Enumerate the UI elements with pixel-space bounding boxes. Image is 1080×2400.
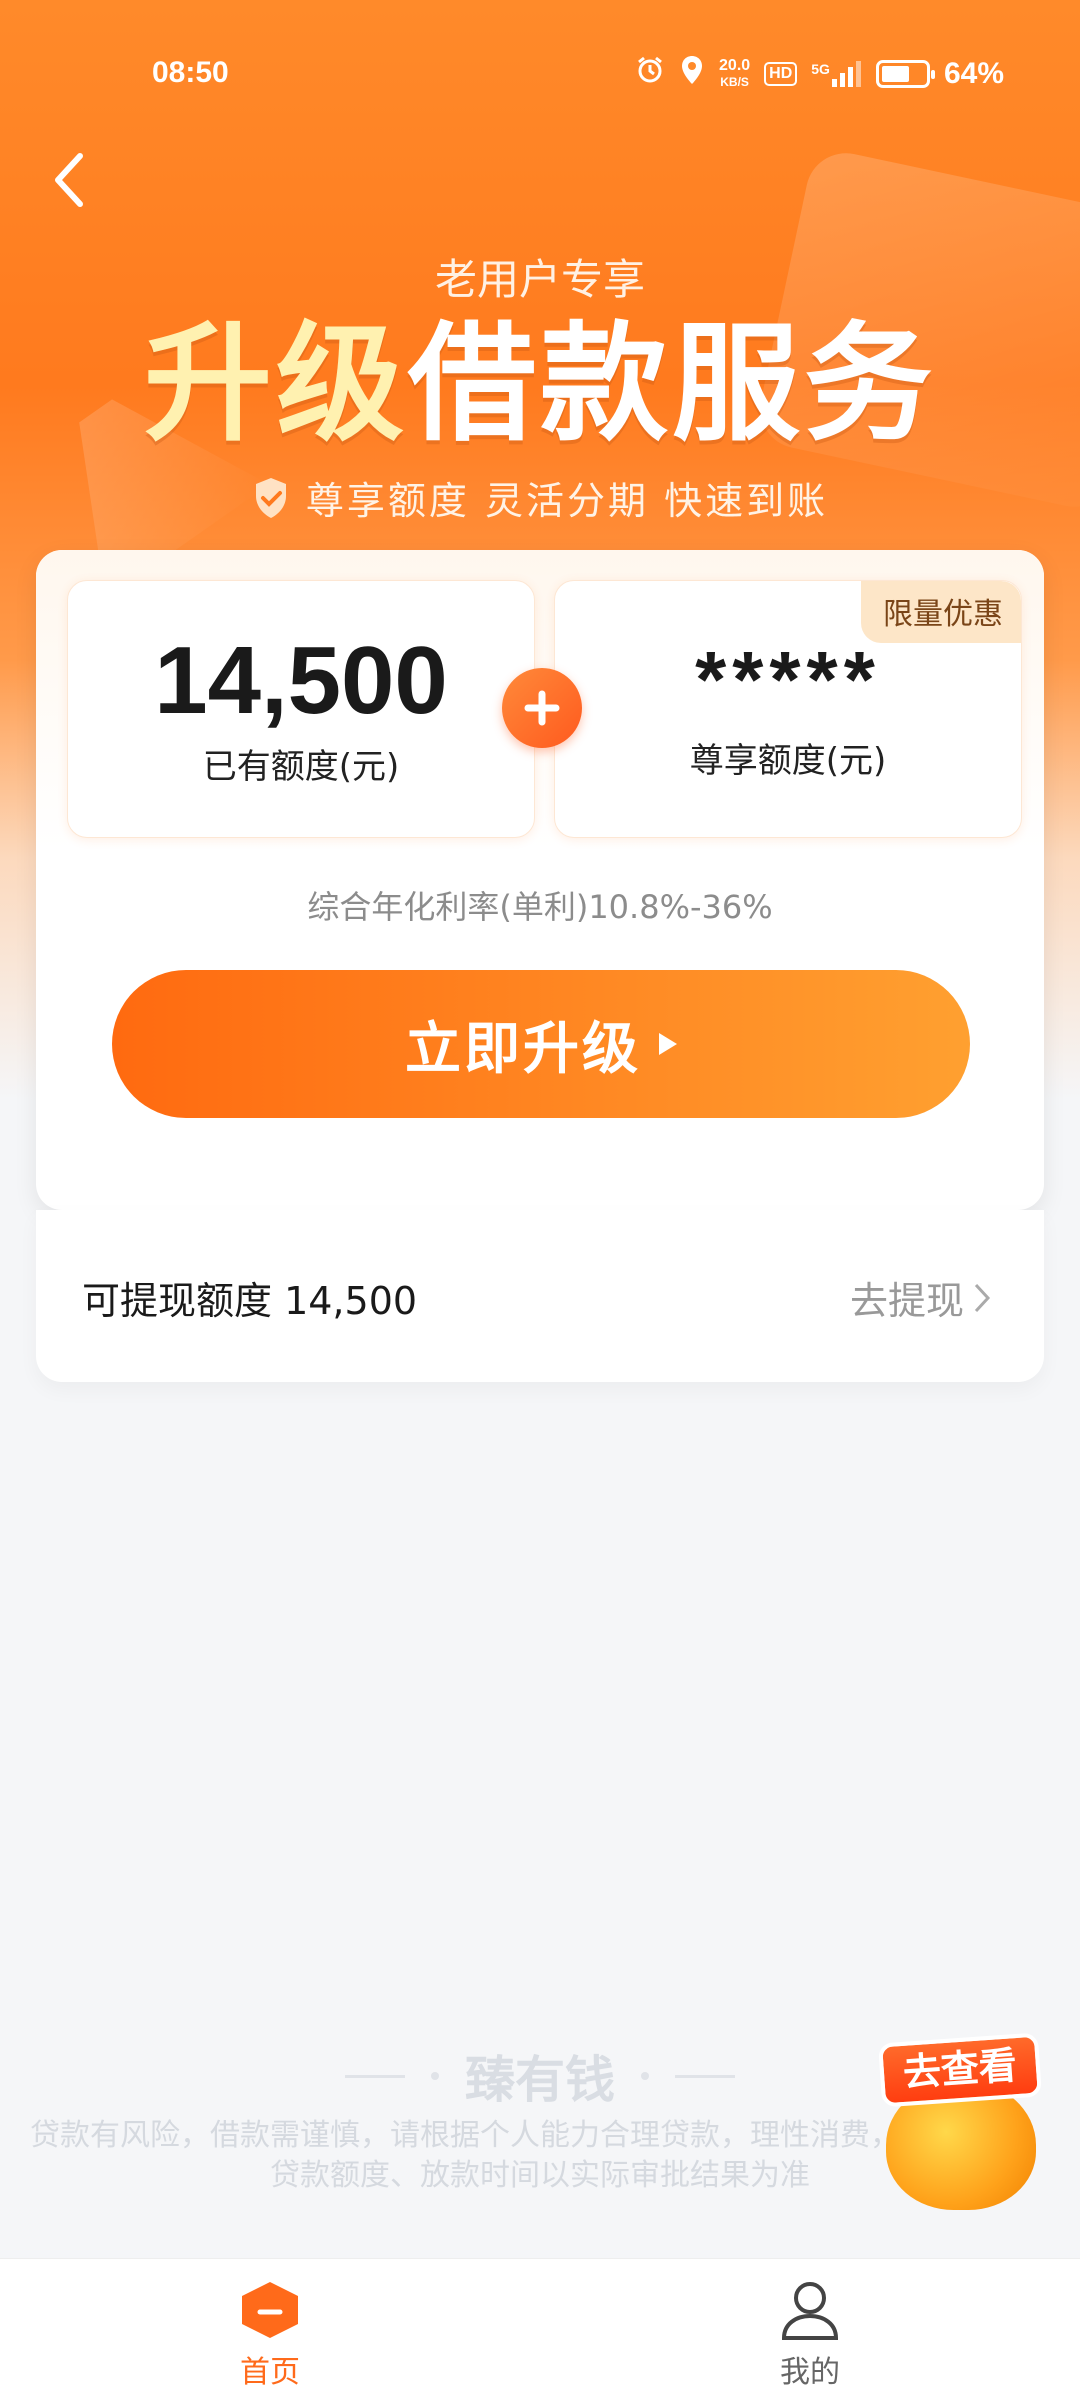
shield-check-icon — [255, 477, 286, 518]
exclusive-quota-amount: ***** — [695, 635, 881, 724]
tab-home-label: 首页 — [240, 2355, 300, 2390]
status-bar: 08:50 20.0 KB/S HD 5G 64% — [0, 50, 1080, 100]
existing-quota-box: 14,500 已有额度(元) — [67, 580, 535, 838]
divider-right — [675, 2074, 735, 2078]
hero-title-part2: 借款服务 — [408, 310, 937, 459]
status-time: 08:50 — [152, 56, 229, 89]
promo-floating-button[interactable]: 去查看 — [870, 2030, 1050, 2210]
battery-percent: 64% — [943, 56, 1004, 90]
go-withdraw-label: 去提现 — [849, 1279, 964, 1323]
battery-fill — [881, 65, 909, 82]
tab-mine[interactable]: 我的 — [710, 2273, 910, 2391]
alarm-icon — [635, 55, 665, 92]
tab-home[interactable]: 首页 — [170, 2273, 370, 2391]
network-speed: 20.0 KB/S — [719, 56, 751, 90]
upgrade-now-button[interactable]: 立即升级 — [112, 970, 970, 1118]
exclusive-quota-box: 限量优惠 ***** 尊享额度(元) — [554, 580, 1022, 838]
promo-label: 去查看 — [877, 2032, 1043, 2108]
hero-subtitle: 老用户专享 — [434, 255, 645, 304]
network-speed-value: 20.0 — [719, 56, 751, 74]
home-icon — [242, 2282, 298, 2338]
hd-icon: HD — [764, 61, 798, 86]
play-arrow-icon — [659, 1033, 677, 1055]
hero-title-part1: 升级 — [143, 310, 408, 459]
bottom-tab-bar: 首页 我的 — [0, 2258, 1080, 2400]
quota-card: 14,500 已有额度(元) 限量优惠 ***** 尊享额度(元) 综合年化利率… — [36, 550, 1044, 1210]
signal-label: 5G — [811, 60, 830, 77]
chevron-left-icon — [55, 153, 83, 207]
tab-mine-label: 我的 — [780, 2355, 840, 2390]
interest-rate-text: 综合年化利率(单利)10.8%-36% — [307, 888, 773, 926]
existing-quota-label: 已有额度(元) — [202, 747, 400, 787]
hero-tagline: 尊享额度 灵活分期 快速到账 — [0, 470, 1080, 525]
withdraw-row: 可提现额度 14,500 去提现 — [36, 1210, 1044, 1382]
battery-icon — [875, 59, 935, 88]
network-speed-unit: KB/S — [720, 74, 749, 89]
back-button[interactable] — [50, 150, 110, 210]
plus-icon — [502, 668, 582, 748]
user-icon — [781, 2282, 839, 2340]
status-icons: 20.0 KB/S HD 5G 64% — [635, 54, 1004, 93]
signal-icon: 5G — [811, 60, 862, 87]
divider-dot — [641, 2072, 649, 2080]
upgrade-now-label: 立即升级 — [405, 1016, 641, 1082]
hero-tagline-text: 尊享额度 灵活分期 快速到账 — [305, 479, 829, 523]
divider-left — [345, 2074, 405, 2078]
withdrawable-amount: 可提现额度 14,500 — [82, 1279, 418, 1323]
divider-dot — [431, 2072, 439, 2080]
chevron-right-icon — [974, 1283, 991, 1312]
exclusive-quota-label: 尊享额度(元) — [689, 741, 887, 781]
brand-name: 臻有钱 — [465, 2051, 615, 2109]
limited-offer-badge: 限量优惠 — [861, 581, 1021, 643]
hero-title: 升级借款服务 — [0, 310, 1080, 460]
location-icon — [679, 54, 705, 93]
go-withdraw-link[interactable]: 去提现 — [850, 1270, 992, 1325]
existing-quota-amount: 14,500 — [154, 627, 448, 734]
